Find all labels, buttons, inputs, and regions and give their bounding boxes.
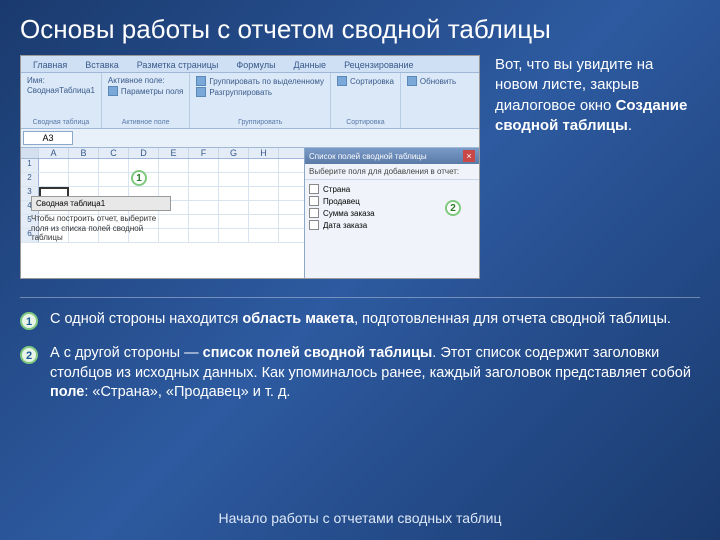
bullet-number-2: 2 bbox=[20, 346, 38, 364]
ribbon-group-active: Активное поле: Параметры поля Активное п… bbox=[102, 73, 190, 128]
checkbox[interactable] bbox=[309, 208, 319, 218]
formula-bar: A3 bbox=[21, 129, 479, 148]
tab-review[interactable]: Рецензирование bbox=[336, 58, 422, 72]
ungroup-icon bbox=[196, 87, 206, 97]
pivot-name-box: Сводная таблица1 bbox=[31, 196, 171, 211]
col-h[interactable]: H bbox=[249, 148, 279, 158]
select-all[interactable] bbox=[21, 148, 39, 158]
active-field-label: Активное поле: bbox=[108, 76, 183, 85]
footer-text: Начало работы с отчетами сводных таблиц bbox=[0, 510, 720, 526]
tab-insert[interactable]: Вставка bbox=[77, 58, 126, 72]
content-row: Главная Вставка Разметка страницы Формул… bbox=[0, 55, 720, 279]
ribbon-group-sort: Сортировка Сортировка bbox=[331, 73, 401, 128]
checkbox[interactable] bbox=[309, 220, 319, 230]
bullet-text-2: А с другой стороны — список полей сводно… bbox=[50, 344, 700, 403]
group-label: Сводная таблица bbox=[27, 119, 95, 126]
bullet-number-1: 1 bbox=[20, 312, 38, 330]
field-params[interactable]: Параметры поля bbox=[108, 86, 183, 96]
col-c[interactable]: C bbox=[99, 148, 129, 158]
bullet-list: 1 С одной стороны находится область маке… bbox=[0, 310, 720, 403]
pivot-name-label: Имя: bbox=[27, 76, 95, 85]
ribbon-group-pivot: Имя: СводнаяТаблица1 Сводная таблица bbox=[21, 73, 102, 128]
side-description: Вот, что вы увидите на новом листе, закр… bbox=[495, 55, 700, 136]
table-row[interactable]: 2 bbox=[21, 173, 304, 187]
ribbon-tabs: Главная Вставка Разметка страницы Формул… bbox=[21, 56, 479, 73]
table-row[interactable]: 1 bbox=[21, 159, 304, 173]
ribbon-body: Имя: СводнаяТаблица1 Сводная таблица Акт… bbox=[21, 73, 479, 129]
bullet-1: 1 С одной стороны находится область маке… bbox=[20, 310, 700, 330]
divider bbox=[20, 297, 700, 298]
slide-title: Основы работы с отчетом сводной таблицы bbox=[0, 0, 720, 55]
sort-icon bbox=[337, 76, 347, 86]
col-g[interactable]: G bbox=[219, 148, 249, 158]
callout-marker-2: 2 bbox=[445, 200, 461, 216]
field-list-header: Список полей сводной таблицы × bbox=[305, 148, 479, 164]
side-text-3: . bbox=[628, 117, 632, 134]
tab-data[interactable]: Данные bbox=[286, 58, 335, 72]
sort-button[interactable]: Сортировка bbox=[337, 76, 394, 86]
group-selection[interactable]: Группировать по выделенному bbox=[196, 76, 324, 86]
field-list-hint: Выберите поля для добавления в отчет: bbox=[305, 164, 479, 180]
pivot-field-list: Список полей сводной таблицы × Выберите … bbox=[304, 148, 479, 278]
ribbon-group-group: Группировать по выделенному Разгруппиров… bbox=[190, 73, 331, 128]
pivot-hint-text: Чтобы построить отчет, выберите поля из … bbox=[31, 214, 171, 243]
group-label: Сортировка bbox=[337, 119, 394, 126]
group-label: Активное поле bbox=[108, 119, 183, 126]
worksheet[interactable]: A B C D E F G H 1 2 3 4 5 6 1 bbox=[21, 148, 304, 278]
field-list-title: Список полей сводной таблицы bbox=[309, 152, 427, 161]
group-label: Группировать bbox=[196, 119, 324, 126]
name-box[interactable]: A3 bbox=[23, 131, 73, 145]
col-a[interactable]: A bbox=[39, 148, 69, 158]
col-f[interactable]: F bbox=[189, 148, 219, 158]
tab-home[interactable]: Главная bbox=[25, 58, 75, 72]
refresh-icon bbox=[407, 76, 417, 86]
column-headers: A B C D E F G H bbox=[21, 148, 304, 159]
pivot-name-value[interactable]: СводнаяТаблица1 bbox=[27, 86, 95, 95]
col-d[interactable]: D bbox=[129, 148, 159, 158]
tab-formulas[interactable]: Формулы bbox=[228, 58, 283, 72]
sheet-area: A B C D E F G H 1 2 3 4 5 6 1 bbox=[21, 148, 479, 278]
col-b[interactable]: B bbox=[69, 148, 99, 158]
field-country[interactable]: Страна bbox=[309, 183, 475, 195]
callout-marker-1: 1 bbox=[131, 170, 147, 186]
checkbox[interactable] bbox=[309, 196, 319, 206]
tab-layout[interactable]: Разметка страницы bbox=[129, 58, 227, 72]
ribbon-group-refresh: Обновить bbox=[401, 73, 462, 128]
bullet-2: 2 А с другой стороны — список полей свод… bbox=[20, 344, 700, 403]
refresh-button[interactable]: Обновить bbox=[407, 76, 456, 86]
gear-icon bbox=[108, 86, 118, 96]
group-icon bbox=[196, 76, 206, 86]
ungroup[interactable]: Разгруппировать bbox=[196, 87, 324, 97]
excel-screenshot: Главная Вставка Разметка страницы Формул… bbox=[20, 55, 480, 279]
checkbox[interactable] bbox=[309, 184, 319, 194]
close-icon[interactable]: × bbox=[463, 150, 475, 162]
field-date[interactable]: Дата заказа bbox=[309, 219, 475, 231]
bullet-text-1: С одной стороны находится область макета… bbox=[50, 310, 671, 330]
field-list-body: Страна Продавец Сумма заказа Дата заказа… bbox=[305, 180, 479, 234]
pivot-placeholder: Сводная таблица1 Чтобы построить отчет, … bbox=[31, 196, 171, 243]
col-e[interactable]: E bbox=[159, 148, 189, 158]
